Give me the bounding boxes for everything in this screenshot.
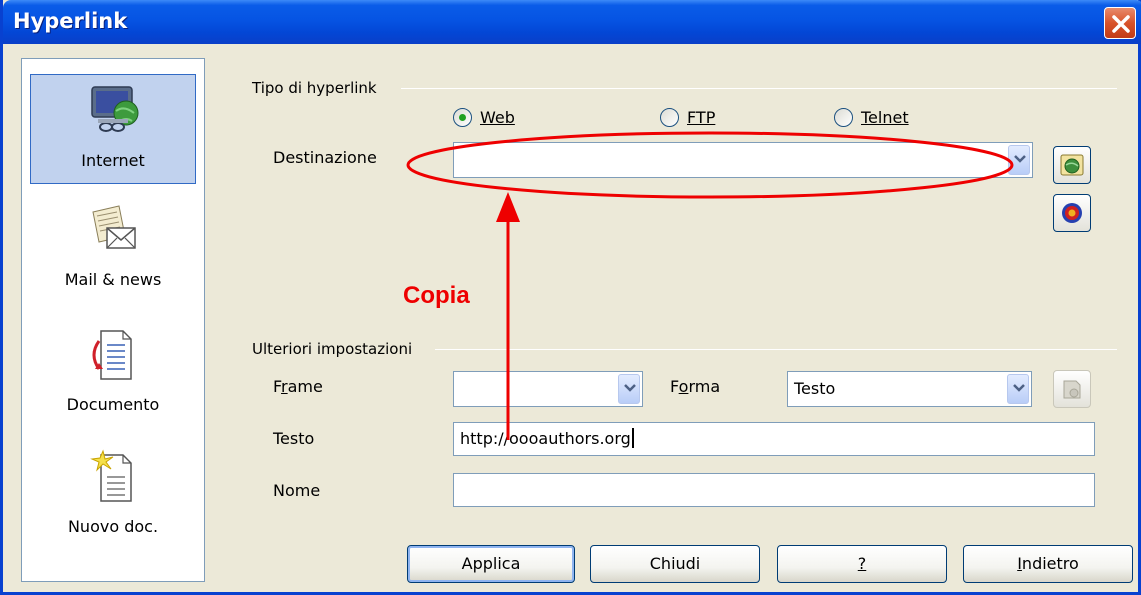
- frame-dropdown-button[interactable]: [618, 374, 640, 404]
- hyperlink-type-group-label: Tipo di hyperlink: [252, 79, 377, 97]
- internet-icon: [91, 86, 139, 132]
- destination-combobox[interactable]: [453, 142, 1033, 178]
- sidebar-item-label: Nuovo doc.: [67, 517, 159, 536]
- name-label: Nome: [273, 481, 321, 500]
- radio-selected-dot: [459, 114, 466, 121]
- sidebar-item-internet[interactable]: Internet: [30, 74, 196, 184]
- annotation-arrow-head: [496, 192, 520, 222]
- title-bar[interactable]: Hyperlink: [3, 0, 1141, 44]
- close-dialog-button[interactable]: Chiudi: [590, 545, 760, 583]
- web-browser-icon: [1060, 154, 1084, 176]
- sidebar-item-label: Internet: [81, 151, 145, 170]
- new-document-icon: [90, 449, 132, 502]
- sidebar-item-mail-news[interactable]: Mail & news: [30, 194, 196, 304]
- mail-icon: [92, 205, 136, 249]
- radio-label-web: Web: [480, 108, 515, 127]
- name-input[interactable]: [453, 473, 1095, 507]
- annotation-label: Copia: [403, 282, 470, 309]
- chevron-down-icon: [624, 384, 636, 392]
- back-label-first: I: [1017, 554, 1022, 573]
- form-label: Forma: [670, 377, 721, 396]
- document-icon: [92, 330, 132, 380]
- apply-button[interactable]: Applica: [407, 545, 575, 583]
- radio-button[interactable]: [834, 108, 853, 127]
- destination-label: Destinazione: [273, 148, 377, 167]
- back-button[interactable]: Indietro: [963, 545, 1133, 583]
- close-button[interactable]: [1104, 7, 1136, 39]
- radio-label-ftp: FTP: [687, 108, 716, 127]
- text-caret: [631, 428, 634, 448]
- close-icon: [1112, 15, 1130, 33]
- frame-combobox[interactable]: [453, 371, 643, 407]
- radio-ftp[interactable]: FTP: [660, 108, 715, 127]
- group-divider: [401, 88, 1117, 89]
- further-settings-group-label: Ulteriori impostazioni: [252, 340, 413, 358]
- frame-label: Frame: [273, 377, 323, 396]
- group-divider: [435, 349, 1117, 350]
- radio-web[interactable]: Web: [453, 108, 515, 127]
- dialog-title: Hyperlink: [13, 9, 128, 33]
- radio-label-telnet: Telnet: [861, 108, 909, 127]
- open-web-browser-button[interactable]: [1053, 146, 1091, 184]
- help-label: ?: [857, 554, 867, 573]
- help-button[interactable]: ?: [777, 545, 947, 583]
- target-in-document-button[interactable]: [1053, 194, 1091, 232]
- events-icon: [1063, 380, 1081, 399]
- sidebar-item-label: Documento: [66, 395, 160, 414]
- sidebar-item-nuovo-doc[interactable]: Nuovo doc.: [30, 441, 196, 551]
- sidebar-item-label: Mail & news: [64, 270, 162, 289]
- radio-button[interactable]: [660, 108, 679, 127]
- hyperlink-dialog: Hyperlink Internet Mail & news Documento…: [0, 0, 1141, 595]
- chevron-down-icon: [1013, 384, 1025, 392]
- form-value: Testo: [794, 379, 836, 398]
- text-input[interactable]: http://oooauthors.org: [453, 422, 1095, 456]
- events-button[interactable]: [1053, 370, 1091, 408]
- chevron-down-icon: [1014, 155, 1026, 163]
- form-combobox[interactable]: Testo: [787, 371, 1032, 407]
- hyperlink-type-sidebar: Internet Mail & news Documento Nuovo doc…: [21, 58, 205, 582]
- text-value: http://oooauthors.org: [460, 429, 631, 448]
- form-dropdown-button[interactable]: [1007, 374, 1029, 404]
- text-label: Testo: [273, 429, 315, 448]
- target-icon: [1062, 203, 1082, 223]
- radio-button[interactable]: [453, 108, 472, 127]
- text-input-value: http://oooauthors.org: [460, 428, 634, 448]
- destination-dropdown-button[interactable]: [1008, 145, 1030, 175]
- sidebar-item-documento[interactable]: Documento: [30, 319, 196, 429]
- radio-telnet[interactable]: Telnet: [834, 108, 909, 127]
